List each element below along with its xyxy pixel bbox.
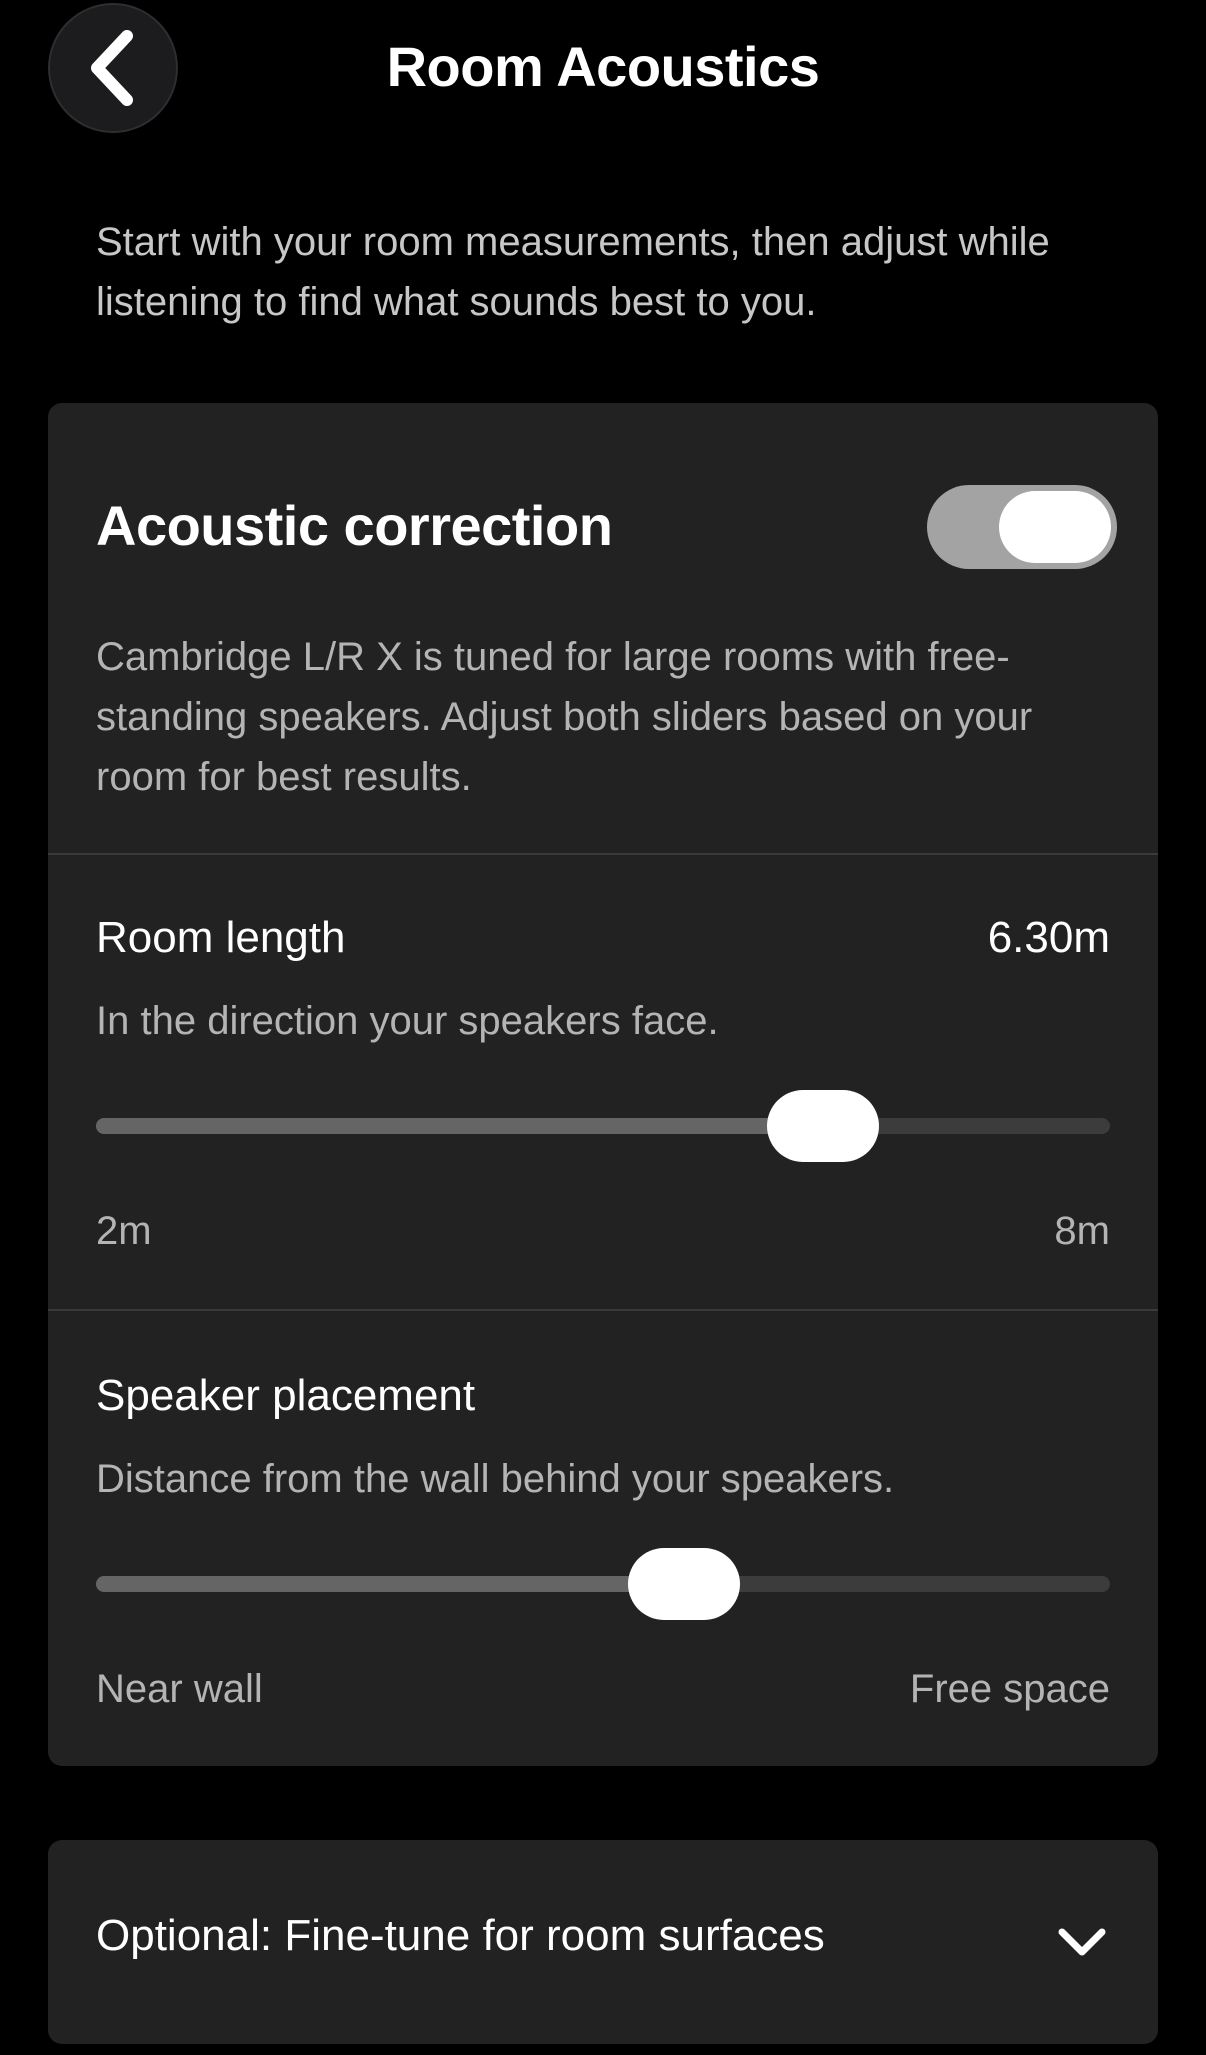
speaker-placement-label: Speaker placement <box>96 1371 476 1420</box>
room-length-min-label: 2m <box>96 1209 152 1253</box>
room-length-value: 6.30m <box>987 913 1110 962</box>
room-length-help: In the direction your speakers face. <box>96 999 719 1043</box>
toggle-knob <box>999 491 1111 563</box>
acoustics-card: Acoustic correction Cambridge L/R X is t… <box>48 403 1158 1766</box>
speaker-placement-help: Distance from the wall behind your speak… <box>96 1457 895 1501</box>
slider-thumb[interactable] <box>766 1090 879 1162</box>
room-length-max-label: 8m <box>1054 1209 1110 1253</box>
page-title: Room Acoustics <box>386 35 820 98</box>
divider <box>48 853 1158 855</box>
acoustic-correction-description: Cambridge L/R X is tuned for large rooms… <box>96 635 1033 799</box>
intro-text: Start with your room measurements, then … <box>96 220 1050 324</box>
speaker-placement-slider[interactable] <box>96 1548 1110 1620</box>
fine-tune-label: Optional: Fine-tune for room surfaces <box>96 1911 825 1960</box>
speaker-placement-min-label: Near wall <box>96 1667 263 1711</box>
chevron-down-icon <box>1058 1928 1106 1956</box>
fine-tune-expander[interactable]: Optional: Fine-tune for room surfaces <box>48 1840 1158 2044</box>
slider-thumb[interactable] <box>628 1548 741 1620</box>
acoustic-correction-toggle[interactable] <box>927 485 1117 569</box>
slider-fill <box>96 1576 685 1592</box>
acoustic-correction-title: Acoustic correction <box>96 494 613 557</box>
slider-fill <box>96 1118 823 1134</box>
divider <box>48 1309 1158 1311</box>
room-length-label: Room length <box>96 913 346 962</box>
speaker-placement-max-label: Free space <box>909 1667 1110 1711</box>
header: Room Acoustics <box>0 0 1206 140</box>
room-length-slider[interactable] <box>96 1090 1110 1162</box>
